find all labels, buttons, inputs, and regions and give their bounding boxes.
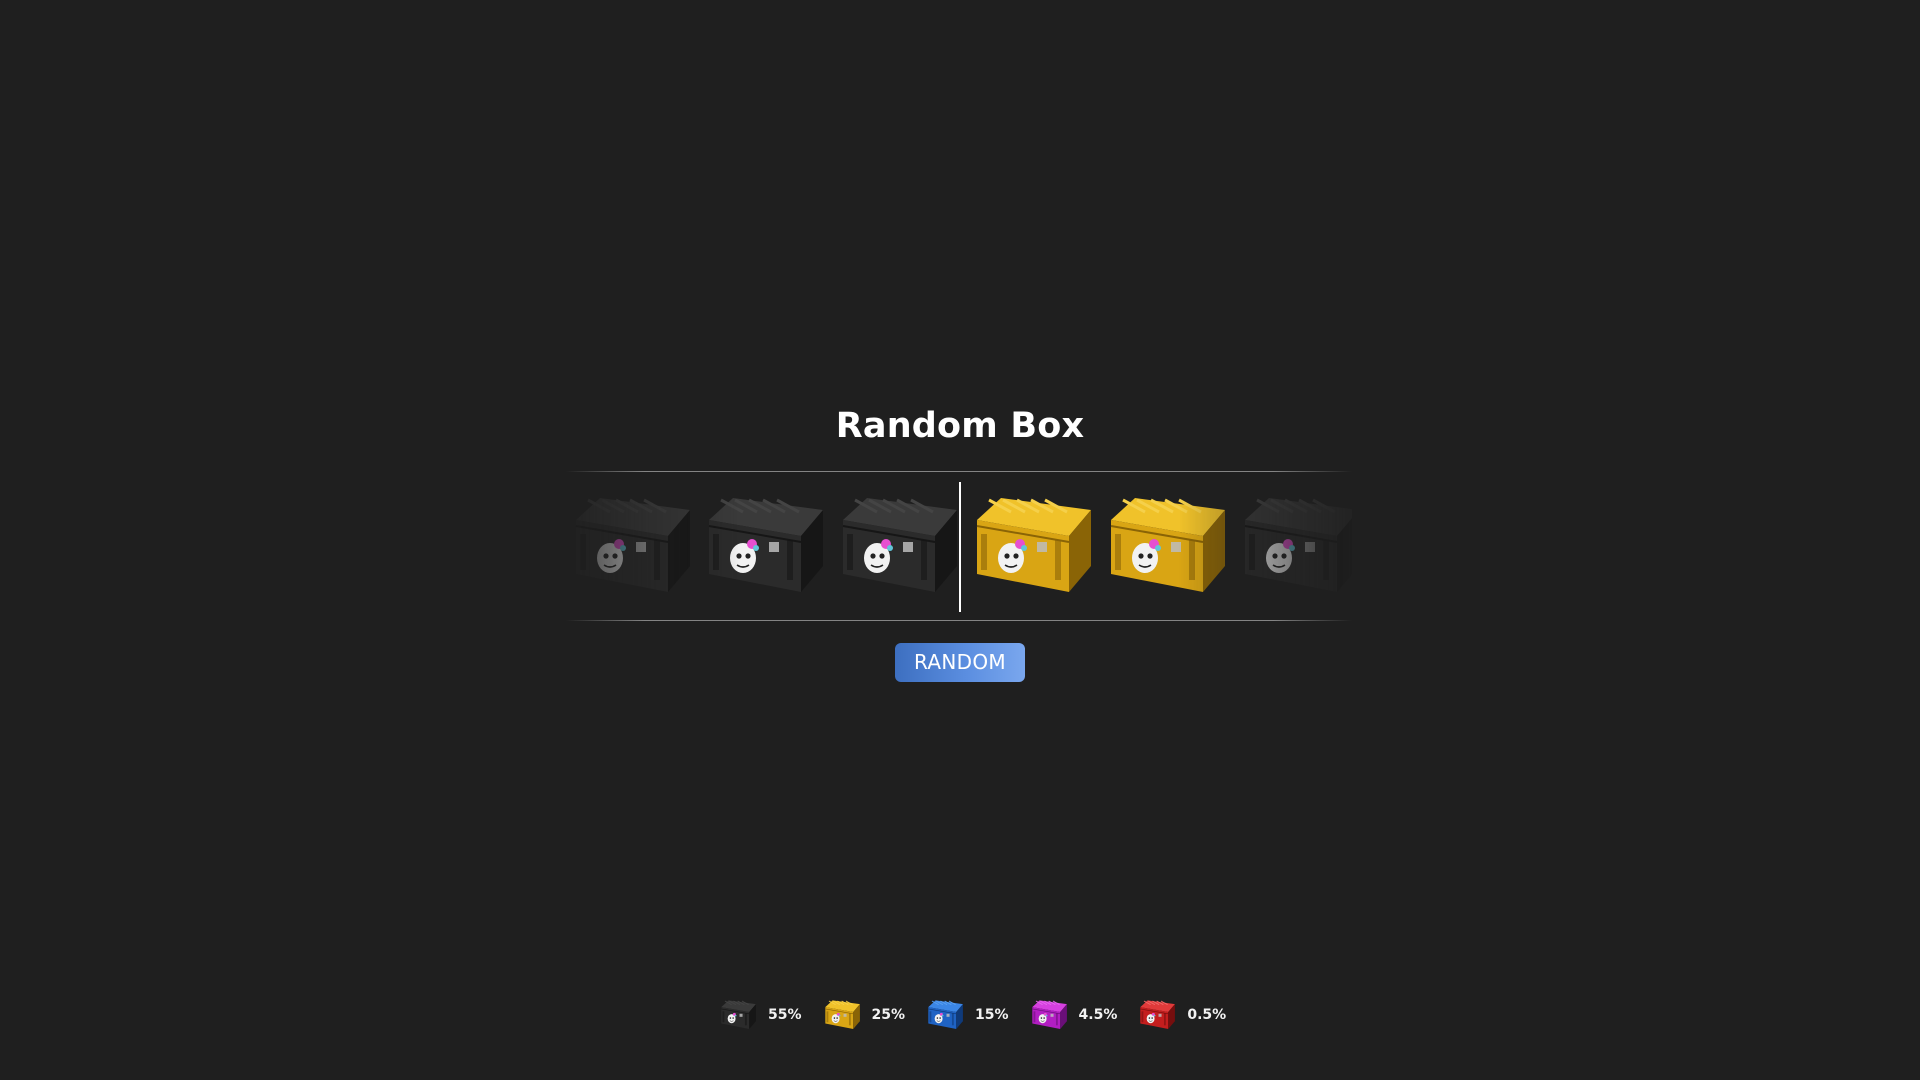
odds-item-black: 55% <box>718 998 802 1032</box>
random-button[interactable]: RANDOM <box>895 643 1025 682</box>
roller-pointer <box>959 482 961 612</box>
page-title: Random Box <box>835 406 1085 446</box>
odds-percent: 15% <box>975 1007 1009 1023</box>
crate-icon <box>1244 498 1352 592</box>
crate-icon <box>708 498 823 592</box>
crate-black-icon <box>718 998 758 1032</box>
odds-item-yellow: 25% <box>822 998 906 1032</box>
roller-box-black <box>699 490 829 602</box>
crate-red-icon <box>1137 998 1177 1032</box>
crate-purple-icon <box>1029 998 1069 1032</box>
roller-box-black <box>833 490 963 602</box>
box-roller <box>566 470 1352 622</box>
crate-icon <box>842 498 957 592</box>
crate-icon <box>575 498 690 592</box>
roller-bottom-divider <box>566 620 1352 621</box>
crate-blue-icon <box>925 998 965 1032</box>
odds-item-blue: 15% <box>925 998 1009 1032</box>
odds-legend: 55% 25% 15% 4.5% 0.5% <box>718 997 1246 1033</box>
crate-icon <box>1110 498 1225 592</box>
random-box-page: Random Box RANDOM 55% 25% 15% 4.5% 0.5% <box>0 0 1920 1080</box>
roller-box-yellow <box>967 490 1097 602</box>
odds-percent: 4.5% <box>1078 1007 1118 1023</box>
crate-yellow-icon <box>822 998 862 1032</box>
roller-box-black <box>1235 490 1352 602</box>
crate-icon <box>976 498 1091 592</box>
odds-percent: 55% <box>768 1007 802 1023</box>
odds-percent: 25% <box>871 1007 906 1023</box>
odds-item-purple: 4.5% <box>1029 998 1118 1032</box>
roller-top-divider <box>566 471 1352 472</box>
roller-box-yellow <box>1101 490 1231 602</box>
odds-percent: 0.5% <box>1187 1007 1227 1023</box>
roller-box-black <box>566 490 696 602</box>
odds-item-red: 0.5% <box>1137 998 1226 1032</box>
